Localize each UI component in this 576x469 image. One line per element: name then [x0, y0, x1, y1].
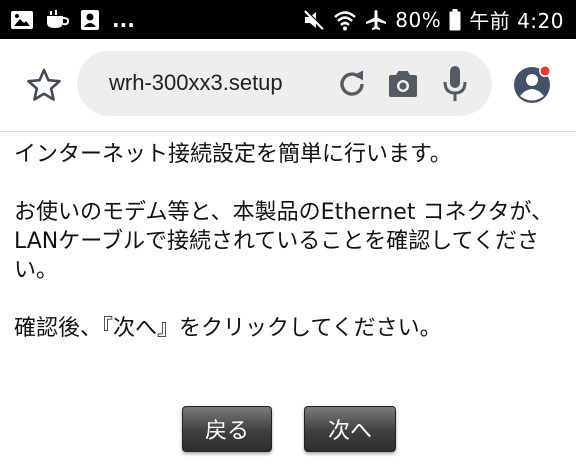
- status-left: ...: [10, 8, 135, 32]
- instruction-text-cont: LANケーブルで接続されていることを確認してください。: [14, 229, 539, 283]
- battery-icon: [449, 8, 461, 31]
- image-icon: [10, 10, 34, 30]
- mic-icon[interactable]: [442, 65, 468, 103]
- status-bar: ... 80% 午前 4:20: [0, 0, 576, 39]
- overflow-indicator: ...: [112, 7, 135, 32]
- instruction-text: お使いのモデム等と、本製品のEthernet コネクタが、: [14, 200, 554, 225]
- back-button[interactable]: 戻る: [182, 406, 272, 452]
- mute-icon: [303, 9, 325, 31]
- browser-toolbar: wrh-300xx3.setup: [0, 39, 576, 132]
- airplane-icon: [365, 9, 387, 31]
- star-icon[interactable]: [26, 67, 62, 103]
- cup-icon: [44, 9, 70, 30]
- account-icon[interactable]: [512, 65, 552, 105]
- contact-icon: [80, 9, 100, 31]
- reload-icon[interactable]: [335, 67, 369, 101]
- notification-dot: [540, 66, 550, 76]
- next-button[interactable]: 次へ: [304, 406, 396, 452]
- url-text[interactable]: wrh-300xx3.setup: [109, 70, 283, 96]
- wifi-icon: [333, 9, 357, 31]
- address-bar[interactable]: wrh-300xx3.setup: [77, 51, 492, 116]
- camera-icon[interactable]: [386, 68, 420, 100]
- intro-text: インターネット接続設定を簡単に行います。: [14, 142, 452, 167]
- next-step-text: 確認後、『次へ』をクリックしてください。: [14, 316, 442, 341]
- page-content: インターネット接続設定を簡単に行います。 お使いのモデム等と、本製品のEther…: [14, 140, 570, 343]
- status-right: 80% 午前 4:20: [303, 5, 564, 34]
- battery-percent: 80%: [395, 7, 442, 32]
- clock: 午前 4:20: [469, 9, 564, 33]
